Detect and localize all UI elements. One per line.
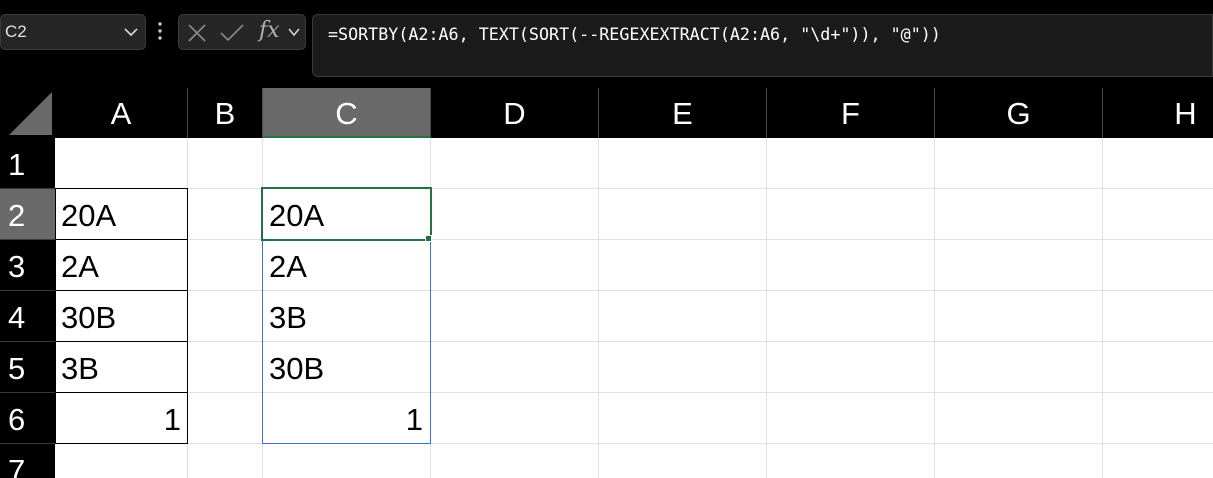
row-header-1[interactable]: 1 (0, 138, 55, 189)
row-header-2[interactable]: 2 (0, 189, 55, 240)
cell-a5[interactable]: 3B (55, 342, 187, 393)
row-header-7[interactable]: 7 (0, 444, 55, 478)
vertical-dots-icon[interactable] (156, 20, 164, 42)
column-header-a[interactable]: A (55, 88, 188, 138)
cell-c3[interactable]: 2A (263, 240, 429, 291)
cell-a6[interactable]: 1 (55, 393, 187, 444)
x-icon[interactable] (187, 23, 207, 43)
formula-bar: C2 fx =SORTBY(A2:A6, TEXT(SORT(--REGEXEX… (0, 0, 1213, 88)
gridline (55, 341, 1213, 342)
active-cell-selection[interactable] (261, 187, 432, 241)
chevron-down-icon[interactable] (287, 26, 301, 38)
name-box-value[interactable]: C2 (5, 22, 27, 42)
column-header-b[interactable]: B (188, 88, 263, 138)
gridline (55, 188, 1213, 189)
fill-handle[interactable] (425, 235, 432, 242)
row-header-5[interactable]: 5 (0, 342, 55, 393)
column-header-h[interactable]: H (1103, 88, 1213, 138)
chevron-down-icon[interactable] (123, 26, 139, 38)
column-header-c[interactable]: C (263, 88, 431, 138)
column-header-e[interactable]: E (599, 88, 767, 138)
cell-a4[interactable]: 30B (55, 291, 187, 342)
cell-a2[interactable]: 20A (55, 189, 187, 240)
select-all-triangle-icon (9, 92, 52, 135)
gridline (1102, 138, 1103, 478)
formula-text[interactable]: =SORTBY(A2:A6, TEXT(SORT(--REGEXEXTRACT(… (328, 24, 941, 44)
column-header-f[interactable]: F (767, 88, 935, 138)
fx-icon[interactable]: fx (259, 18, 280, 43)
gridline (766, 138, 767, 478)
select-all-button[interactable] (0, 88, 55, 138)
gridline (55, 392, 1213, 393)
gridline (55, 290, 1213, 291)
gridline (55, 239, 1213, 240)
formula-controls: fx (178, 14, 306, 50)
cell-c5[interactable]: 30B (263, 342, 429, 393)
cell-a3[interactable]: 2A (55, 240, 187, 291)
column-header-d[interactable]: D (431, 88, 599, 138)
formula-input[interactable]: =SORTBY(A2:A6, TEXT(SORT(--REGEXEXTRACT(… (312, 14, 1213, 77)
row-header-4[interactable]: 4 (0, 291, 55, 342)
name-box[interactable]: C2 (0, 14, 146, 50)
row-header-3[interactable]: 3 (0, 240, 55, 291)
column-header-g[interactable]: G (935, 88, 1103, 138)
cell-c4[interactable]: 3B (263, 291, 429, 342)
check-icon[interactable] (219, 23, 245, 43)
row-header-6[interactable]: 6 (0, 393, 55, 444)
gridline (934, 138, 935, 478)
gridline (55, 443, 1213, 444)
cell-grid[interactable]: 20A 2A 30B 3B 1 20A 2A 3B 30B 1 (55, 138, 1213, 478)
cell-c6[interactable]: 1 (263, 393, 429, 444)
gridline (598, 138, 599, 478)
